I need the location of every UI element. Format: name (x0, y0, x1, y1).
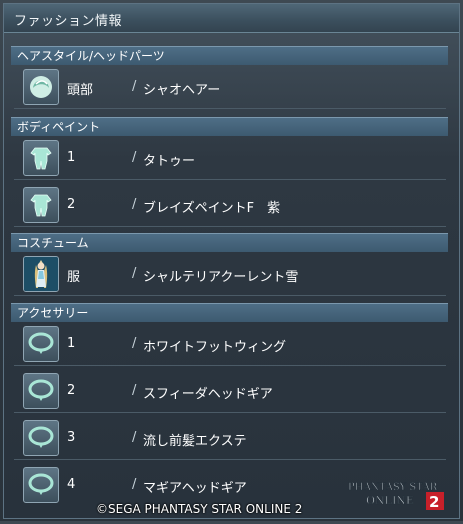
list-item-accessory-3[interactable]: 3 / 流し前髪エクステ (14, 417, 446, 460)
separator: / (132, 266, 137, 281)
game-logo: PHANTASY STAR ONLINE 2 (342, 470, 460, 520)
item-name: ブレイズペイントF 紫 (143, 201, 281, 216)
slot-label: 1 (67, 150, 76, 165)
item-name: ホワイトフットウィング (143, 340, 287, 355)
bodysuit-icon (23, 140, 59, 176)
item-name: タトゥー (143, 154, 196, 169)
slot-label: 2 (67, 383, 76, 398)
ring-icon (23, 420, 59, 456)
item-name: スフィーダヘッドギア (143, 387, 273, 402)
slot-label: 服 (67, 270, 81, 285)
list-item-bodypaint-2[interactable]: 2 / ブレイズペイントF 紫 (14, 184, 446, 227)
list-item-bodypaint-1[interactable]: 1 / タトゥー (14, 137, 446, 180)
ring-icon (23, 326, 59, 362)
window-title: ファッション情報 (14, 14, 123, 29)
section-header-costume: コスチューム (11, 233, 448, 252)
slot-label: 3 (67, 430, 76, 445)
character-portrait (23, 256, 59, 292)
list-item-costume[interactable]: 服 / シャルテリアクーレント雪 (14, 253, 446, 296)
slot-label: 1 (67, 336, 76, 351)
section-header-accessory: アクセサリー (11, 303, 448, 322)
separator: / (132, 79, 137, 94)
logo-number: 2 (429, 493, 439, 511)
slot-label: 2 (67, 197, 76, 212)
separator: / (132, 430, 137, 445)
item-name: 流し前髪エクステ (143, 434, 247, 449)
ring-icon (23, 467, 59, 503)
separator: / (132, 150, 137, 165)
logo-line-2: ONLINE (366, 494, 414, 507)
bodysuit-icon (23, 187, 59, 223)
ring-icon (23, 373, 59, 409)
copyright-text: ©SEGA PHANTASY STAR ONLINE 2 (96, 502, 303, 516)
section-header-hairstyle: ヘアスタイル/ヘッドパーツ (11, 46, 448, 65)
slot-label: 頭部 (67, 83, 94, 98)
section-header-bodypaint: ボディペイント (11, 117, 448, 136)
item-name: シャオヘアー (143, 83, 221, 98)
hair-icon (23, 69, 59, 105)
title-bar: ファッション情報 (4, 4, 459, 33)
list-item-head[interactable]: 頭部 / シャオヘアー (14, 66, 446, 109)
item-name: シャルテリアクーレント雪 (143, 270, 299, 285)
item-name: マギアヘッドギア (143, 481, 247, 496)
separator: / (132, 477, 137, 492)
separator: / (132, 336, 137, 351)
list-item-accessory-2[interactable]: 2 / スフィーダヘッドギア (14, 370, 446, 413)
list-item-accessory-1[interactable]: 1 / ホワイトフットウィング (14, 323, 446, 366)
separator: / (132, 197, 137, 212)
slot-label: 4 (67, 477, 76, 492)
separator: / (132, 383, 137, 398)
logo-line-1: PHANTASY STAR (348, 482, 438, 493)
